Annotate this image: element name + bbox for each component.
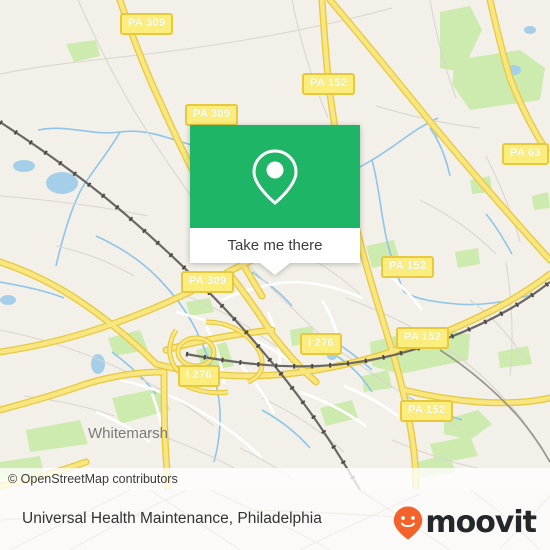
map-attribution[interactable]: © OpenStreetMap contributors — [0, 468, 550, 490]
route-shield-pa-152-north[interactable]: PA 152 — [302, 73, 356, 95]
route-shield-pa-309-north[interactable]: PA 309 — [120, 13, 174, 35]
route-shield-i-276-east[interactable]: I 276 — [300, 333, 342, 355]
bottom-info-bar: Universal Health Maintenance, Philadelph… — [0, 490, 550, 550]
route-shield-pa-152-south[interactable]: PA 152 — [400, 400, 454, 422]
place-label-whitemarsh: Whitemarsh — [88, 425, 169, 442]
route-shield-pa-152-mid[interactable]: PA 152 — [381, 256, 435, 278]
location-title: Universal Health Maintenance, Philadelph… — [22, 510, 322, 527]
map-canvas[interactable]: Whitemarsh PA 309 PA 152 PA 309 PA 63 PA… — [0, 0, 550, 490]
location-callout[interactable]: Take me there — [190, 125, 360, 275]
attribution-text: © OpenStreetMap contributors — [8, 472, 178, 486]
route-shield-pa-309-upper[interactable]: PA 309 — [185, 104, 239, 126]
take-me-there-button[interactable]: Take me there — [190, 228, 360, 263]
map-pin-icon — [252, 148, 298, 205]
moovit-logo[interactable]: moovit — [393, 505, 537, 540]
map-screenshot: Whitemarsh PA 309 PA 152 PA 309 PA 63 PA… — [0, 0, 550, 550]
route-shield-pa-309-lower[interactable]: PA 309 — [181, 271, 235, 293]
route-shield-pa-152-lower[interactable]: PA 152 — [396, 327, 450, 349]
moovit-pin-smiley-icon — [394, 506, 423, 540]
callout-pin-panel — [190, 125, 360, 228]
take-me-there-label: Take me there — [227, 237, 323, 254]
callout-tail — [260, 263, 290, 275]
moovit-wordmark: moovit — [425, 505, 537, 540]
route-shield-pa-63[interactable]: PA 63 — [502, 143, 549, 165]
route-shield-i-276-west[interactable]: I 276 — [178, 365, 220, 387]
